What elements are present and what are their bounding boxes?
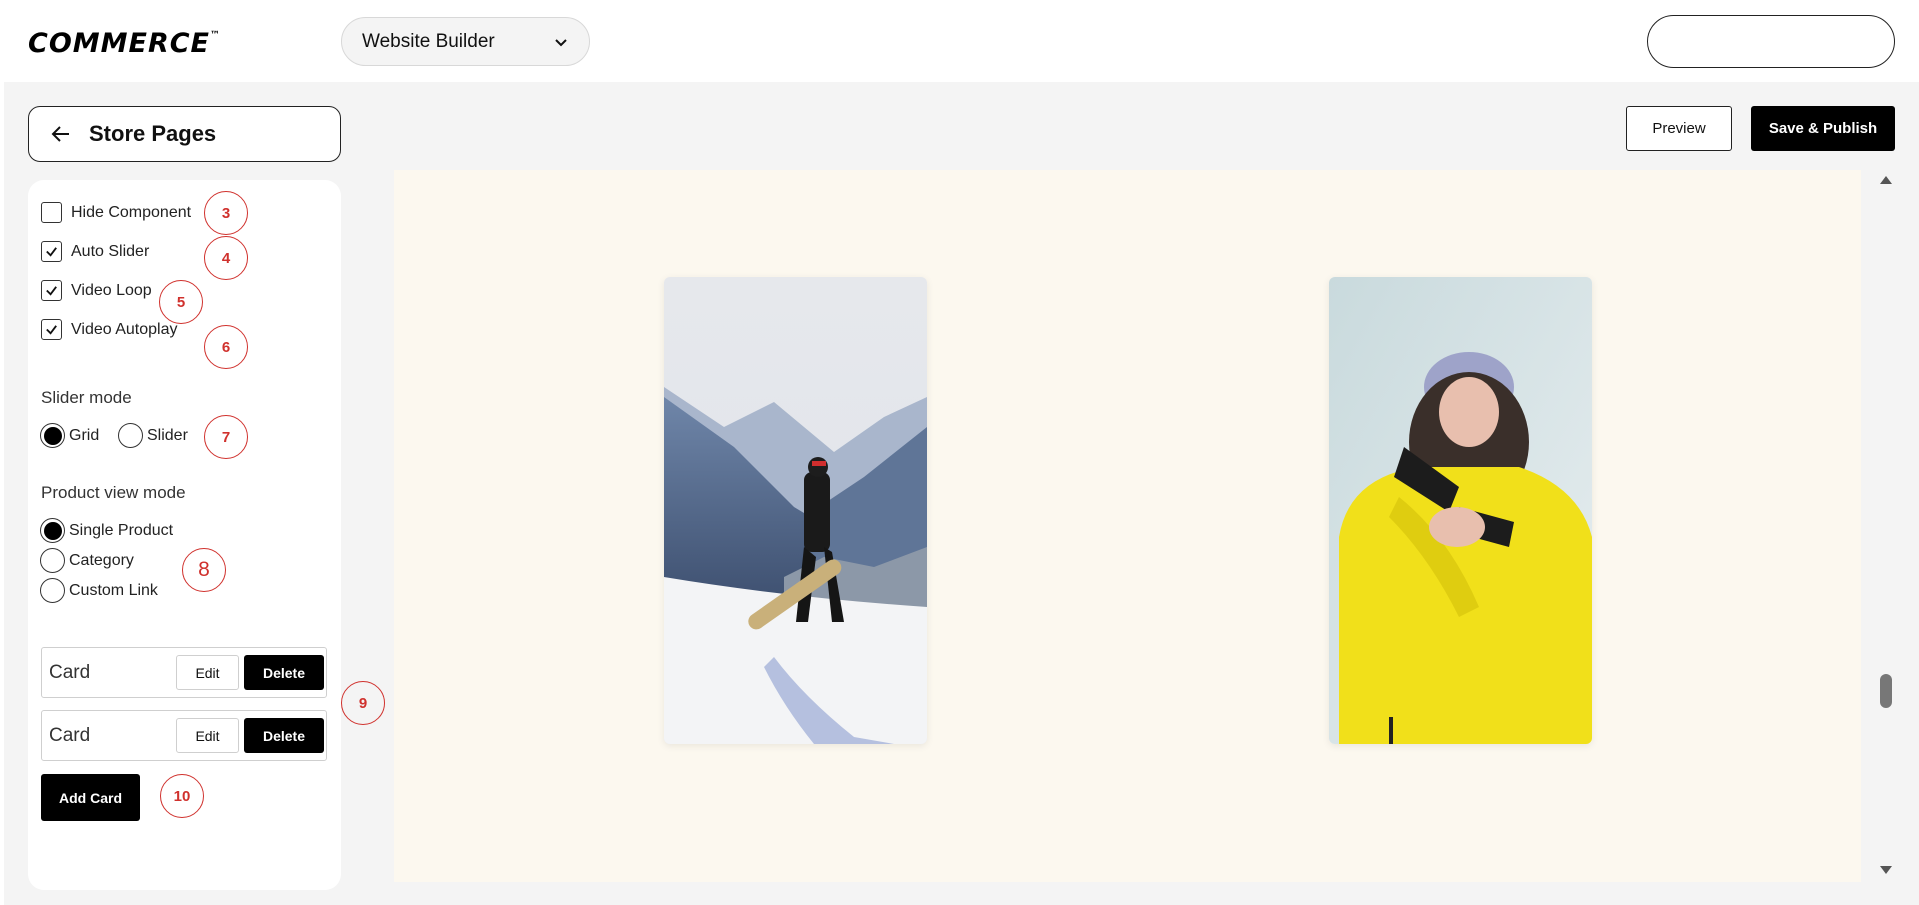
grid-radio-label: Grid bbox=[69, 426, 100, 444]
slider-radio[interactable] bbox=[118, 423, 143, 448]
annotation-marker: 3 bbox=[204, 191, 248, 235]
yellow-jacket-image-graphic bbox=[1329, 277, 1592, 744]
chevron-down-icon bbox=[555, 38, 567, 46]
builder-dropdown-value: Website Builder bbox=[362, 30, 495, 52]
annotation-marker: 6 bbox=[204, 325, 248, 369]
scrollbar-thumb[interactable] bbox=[1880, 674, 1892, 708]
category-option[interactable]: Category bbox=[40, 548, 134, 573]
edit-card-button[interactable]: Edit bbox=[176, 655, 239, 690]
single-product-label: Single Product bbox=[69, 521, 174, 539]
page-preview-canvas bbox=[394, 170, 1861, 882]
scroll-down-arrow-icon[interactable] bbox=[1878, 862, 1894, 878]
snowboarder-image-graphic bbox=[664, 277, 927, 744]
hide-component-checkbox[interactable] bbox=[41, 202, 62, 223]
annotation-marker: 7 bbox=[204, 415, 248, 459]
auto-slider-label: Auto Slider bbox=[71, 242, 150, 260]
delete-card-button[interactable]: Delete bbox=[244, 718, 324, 753]
annotation-marker: 4 bbox=[204, 236, 248, 280]
video-loop-option[interactable]: Video Loop bbox=[41, 280, 152, 301]
checkmark-icon bbox=[46, 286, 57, 296]
scroll-up-arrow-icon[interactable] bbox=[1878, 172, 1894, 188]
hide-component-option[interactable]: Hide Component bbox=[41, 202, 191, 223]
video-autoplay-label: Video Autoplay bbox=[71, 320, 178, 338]
slider-mode-heading: Slider mode bbox=[41, 388, 132, 407]
custom-link-option[interactable]: Custom Link bbox=[40, 578, 158, 603]
video-loop-label: Video Loop bbox=[71, 281, 152, 299]
single-product-radio[interactable] bbox=[40, 518, 65, 543]
auto-slider-option[interactable]: Auto Slider bbox=[41, 241, 149, 262]
edit-card-button[interactable]: Edit bbox=[176, 718, 239, 753]
video-autoplay-checkbox[interactable] bbox=[41, 319, 62, 340]
slider-mode-slider-option[interactable]: Slider bbox=[118, 423, 188, 448]
auto-slider-checkbox[interactable] bbox=[41, 241, 62, 262]
snowboarder-on-slope-image[interactable] bbox=[664, 277, 927, 744]
back-to-store-pages-button[interactable]: Store Pages bbox=[28, 106, 341, 162]
builder-dropdown[interactable]: Website Builder bbox=[341, 17, 590, 66]
hide-component-label: Hide Component bbox=[71, 203, 192, 221]
arrow-left-icon bbox=[51, 126, 69, 142]
top-header: COMMERCE™ Website Builder bbox=[0, 0, 1919, 82]
category-radio[interactable] bbox=[40, 548, 65, 573]
product-view-mode-heading: Product view mode bbox=[41, 483, 186, 502]
single-product-option[interactable]: Single Product bbox=[40, 518, 173, 543]
category-label: Category bbox=[69, 551, 134, 569]
account-pill-button[interactable] bbox=[1647, 15, 1895, 68]
annotation-marker: 10 bbox=[160, 774, 204, 818]
checkmark-icon bbox=[46, 247, 57, 257]
card-label: Card bbox=[49, 725, 91, 746]
custom-link-radio[interactable] bbox=[40, 578, 65, 603]
person-in-yellow-jacket-image[interactable] bbox=[1329, 277, 1592, 744]
annotation-marker: 9 bbox=[341, 681, 385, 725]
slider-mode-grid-option[interactable]: Grid bbox=[40, 423, 99, 448]
preview-button[interactable]: Preview bbox=[1626, 106, 1732, 151]
card-row: Card Edit Delete bbox=[41, 710, 327, 761]
checkmark-icon bbox=[46, 325, 57, 335]
commerce-logo[interactable]: COMMERCE™ bbox=[28, 28, 221, 59]
custom-link-label: Custom Link bbox=[69, 581, 158, 599]
slider-radio-label: Slider bbox=[147, 426, 188, 444]
delete-card-button[interactable]: Delete bbox=[244, 655, 324, 690]
video-autoplay-option[interactable]: Video Autoplay bbox=[41, 319, 177, 340]
add-card-button[interactable]: Add Card bbox=[41, 774, 140, 821]
grid-radio[interactable] bbox=[40, 423, 65, 448]
card-label: Card bbox=[49, 662, 91, 683]
back-button-label: Store Pages bbox=[89, 121, 217, 146]
video-loop-checkbox[interactable] bbox=[41, 280, 62, 301]
save-publish-button[interactable]: Save & Publish bbox=[1751, 106, 1895, 151]
card-row: Card Edit Delete bbox=[41, 647, 327, 698]
annotation-marker: 5 bbox=[159, 280, 203, 324]
annotation-marker: 8 bbox=[182, 548, 226, 592]
